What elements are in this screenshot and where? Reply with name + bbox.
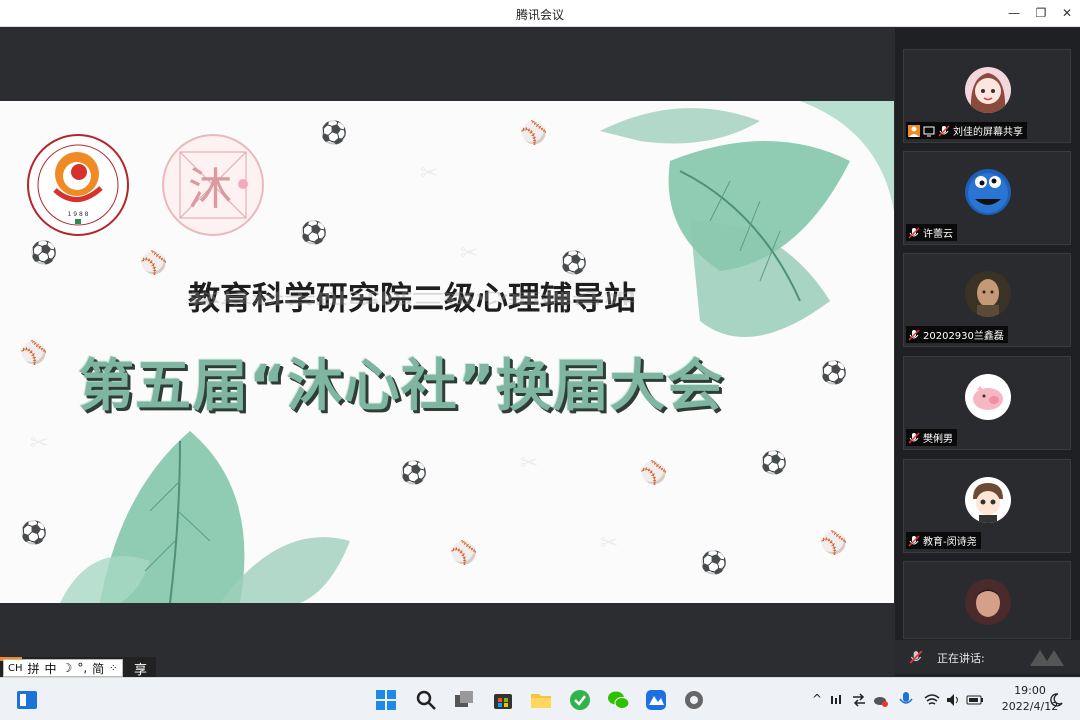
wechat-icon[interactable] — [606, 688, 630, 712]
decorative-leaves-top — [600, 101, 894, 337]
minimize-button[interactable]: — — [1003, 3, 1025, 23]
mic-muted-icon — [909, 650, 923, 664]
ime-chinese[interactable]: 中 — [45, 660, 57, 677]
participant-tile[interactable] — [903, 561, 1071, 639]
microphone-icon[interactable] — [898, 691, 914, 709]
cartoon-girl-avatar — [965, 67, 1011, 113]
share-indicator-label: 享 — [134, 663, 148, 678]
store-icon[interactable] — [491, 688, 515, 712]
participant-name: 刘佳的屏幕共享 — [953, 127, 1023, 138]
ime-punct[interactable]: °, — [77, 661, 87, 675]
svg-text:沐: 沐 — [188, 164, 232, 215]
participant-panel: 刘佳的屏幕共享 许蕾云 20202930兰鑫磊 樊俐男 教育-闵诗尧 — [895, 28, 1080, 676]
participant-name: 樊俐男 — [923, 434, 953, 445]
volume-icon[interactable] — [945, 692, 961, 708]
show-desktop-icon[interactable] — [15, 688, 39, 712]
club-logo: 沐 — [162, 134, 264, 236]
sharing-user-icon — [908, 124, 920, 137]
presentation-slide: ⚽ ⚾ ⚽ ✂ ⚾ ⚽ ✂ ⚽ ⚾ ⚽ ✂ ⚽ ✂ ⚾ ⚽ ⚾ ✂ ⚽ ⚾ ⚽ 1 9 8 8 — [0, 101, 894, 603]
slide-main-title: 第五届“沐心社”换届大会 — [78, 354, 724, 419]
participant-tile[interactable]: 樊俐男 — [903, 356, 1071, 450]
notification-moon-icon[interactable] — [1048, 692, 1064, 708]
participant-tile[interactable]: 许蕾云 — [903, 151, 1071, 245]
pink-pig-avatar — [965, 374, 1011, 420]
wifi-icon[interactable] — [924, 692, 940, 708]
mic-muted-icon — [908, 534, 920, 547]
window-title: 腾讯会议 — [515, 8, 564, 22]
title-bar: 腾讯会议 — ❐ ✕ — [0, 0, 1080, 27]
ime-moon-icon[interactable]: ☽ — [62, 661, 73, 675]
person-photo-avatar — [965, 271, 1011, 317]
shared-screen-area: ⚽ ⚾ ⚽ ✂ ⚾ ⚽ ✂ ⚽ ⚾ ⚽ ✂ ⚽ ✂ ⚾ ⚽ ⚾ ✂ ⚽ ⚾ ⚽ 1 9 8 8 — [0, 28, 895, 676]
decorative-leaves-bottom — [60, 431, 350, 603]
participant-tile[interactable]: 刘佳的屏幕共享 — [903, 49, 1071, 143]
participant-tile[interactable]: 教育-闵诗尧 — [903, 459, 1071, 553]
participant-name: 20202930兰鑫磊 — [923, 331, 1004, 342]
university-logo: 1 9 8 8 — [27, 134, 129, 236]
participant-nametag: 刘佳的屏幕共享 — [906, 122, 1027, 139]
mic-muted-icon — [908, 431, 920, 444]
ime-pinyin[interactable]: 拼 — [28, 660, 40, 677]
participant-name: 教育-闵诗尧 — [923, 537, 977, 548]
battery-icon[interactable] — [966, 692, 984, 708]
tray-app-icon[interactable] — [829, 692, 845, 708]
participant-nametag: 樊俐男 — [906, 429, 957, 446]
browser-icon[interactable] — [568, 688, 592, 712]
settings-icon[interactable] — [682, 688, 706, 712]
cartoon-boy-avatar — [965, 477, 1011, 523]
tray-cloud-icon[interactable] — [873, 692, 889, 708]
mic-muted-icon — [908, 226, 920, 239]
file-explorer-icon[interactable] — [529, 688, 553, 712]
close-button[interactable]: ✕ — [1056, 3, 1078, 23]
participant-tile[interactable]: 20202930兰鑫磊 — [903, 253, 1071, 347]
ime-simplified[interactable]: 简 — [92, 660, 104, 677]
tencent-meeting-icon[interactable] — [644, 688, 668, 712]
tray-overflow-icon[interactable]: ^ — [812, 692, 822, 706]
participant-nametag: 许蕾云 — [906, 224, 957, 241]
tencent-meeting-watermark-icon — [1030, 650, 1064, 666]
speaking-label: 正在讲话: — [937, 652, 985, 665]
restore-button[interactable]: ❐ — [1030, 3, 1052, 23]
taskbar: ^ 19:00 2022/4/12 — [0, 677, 1080, 720]
mic-muted-icon — [908, 328, 920, 341]
task-view-icon[interactable] — [452, 688, 476, 712]
cookie-monster-avatar — [965, 169, 1011, 215]
screen-share-icon — [923, 126, 935, 136]
tray-transfer-icon[interactable] — [851, 692, 867, 708]
ime-lang[interactable]: CH — [8, 663, 23, 674]
active-speaker-bar: 正在讲话: — [895, 640, 1080, 674]
participant-nametag: 教育-闵诗尧 — [906, 532, 981, 549]
search-icon[interactable] — [414, 688, 438, 712]
slide-subtitle-reflection: 教育科学研究院二级心理辅导站 — [188, 289, 637, 307]
woman-photo-avatar — [965, 579, 1011, 625]
ime-more-icon[interactable]: ⁘ — [109, 663, 117, 674]
participant-nametag: 20202930兰鑫磊 — [906, 326, 1008, 343]
svg-text:1 9 8 8: 1 9 8 8 — [68, 211, 89, 218]
desktop: 腾讯会议 — ❐ ✕ ⚽ ⚾ ⚽ ✂ ⚾ ⚽ ✂ ⚽ ⚾ ⚽ ✂ ⚽ ✂ ⚾ ⚽ ⚾ ✂ ⚽ ⚾ ⚽ — [0, 0, 1080, 720]
participant-name: 许蕾云 — [923, 229, 953, 240]
mic-muted-icon — [938, 124, 950, 137]
ime-toolbar[interactable]: CH 拼 中 ☽ °, 简 ⁘ — [3, 659, 123, 677]
start-icon[interactable] — [374, 688, 398, 712]
